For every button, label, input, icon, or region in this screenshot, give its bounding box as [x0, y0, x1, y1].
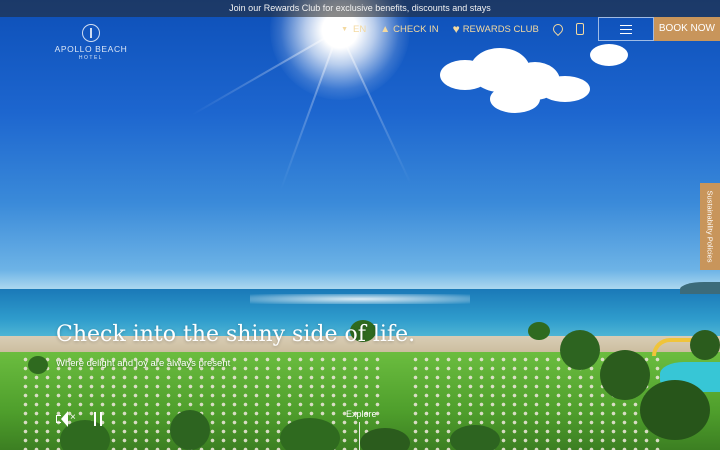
language-selector[interactable]: ▼ EN: [341, 24, 366, 35]
top-nav: ▼ EN ▲ CHECK IN ♥ REWARDS CLUB BOOK NOW: [341, 17, 720, 41]
explore-scroll-line: [359, 422, 360, 450]
sea-glint: [250, 294, 470, 304]
rewards-club-link[interactable]: ♥ REWARDS CLUB: [453, 22, 539, 36]
chevron-down-icon: ▼: [341, 25, 349, 33]
hamburger-icon: [619, 32, 632, 34]
map-pin-icon[interactable]: [553, 24, 562, 35]
rewards-club-label: REWARDS CLUB: [462, 23, 539, 35]
speaker-cone: [61, 411, 68, 427]
logo-subtitle: HOTEL: [78, 55, 104, 61]
hero-subline: Where delight and joy are always present: [56, 358, 231, 369]
mute-x-mark: ×: [70, 412, 76, 423]
sustainability-policies-tab[interactable]: Sustainability Policies: [700, 183, 720, 270]
phone-icon[interactable]: [575, 23, 584, 35]
logo-name: APOLLO BEACH: [54, 44, 128, 54]
bell-icon: ▲: [380, 23, 391, 35]
hero-headline: Check into the shiny side of life.: [56, 322, 416, 347]
hamburger-icon: [619, 28, 632, 30]
check-in-label: CHECK IN: [393, 23, 439, 35]
sustainability-policies-label: Sustainability Policies: [705, 190, 715, 263]
hamburger-icon: [619, 24, 632, 26]
heart-icon: ♥: [452, 22, 460, 36]
pause-icon[interactable]: [92, 412, 104, 426]
island: [680, 282, 720, 294]
hero-background: [0, 0, 720, 450]
language-label: EN: [353, 23, 367, 35]
promo-banner[interactable]: Join our Rewards Club for exclusive bene…: [0, 0, 720, 17]
menu-button[interactable]: [597, 17, 654, 41]
explore-link[interactable]: Explore: [346, 409, 377, 419]
logo-mark-icon: [82, 24, 100, 42]
book-now-button[interactable]: BOOK NOW: [653, 17, 720, 41]
check-in-link[interactable]: ▲ CHECK IN: [380, 24, 438, 35]
mute-button[interactable]: ×: [56, 411, 78, 427]
hotel-logo[interactable]: APOLLO BEACH HOTEL: [46, 24, 136, 61]
